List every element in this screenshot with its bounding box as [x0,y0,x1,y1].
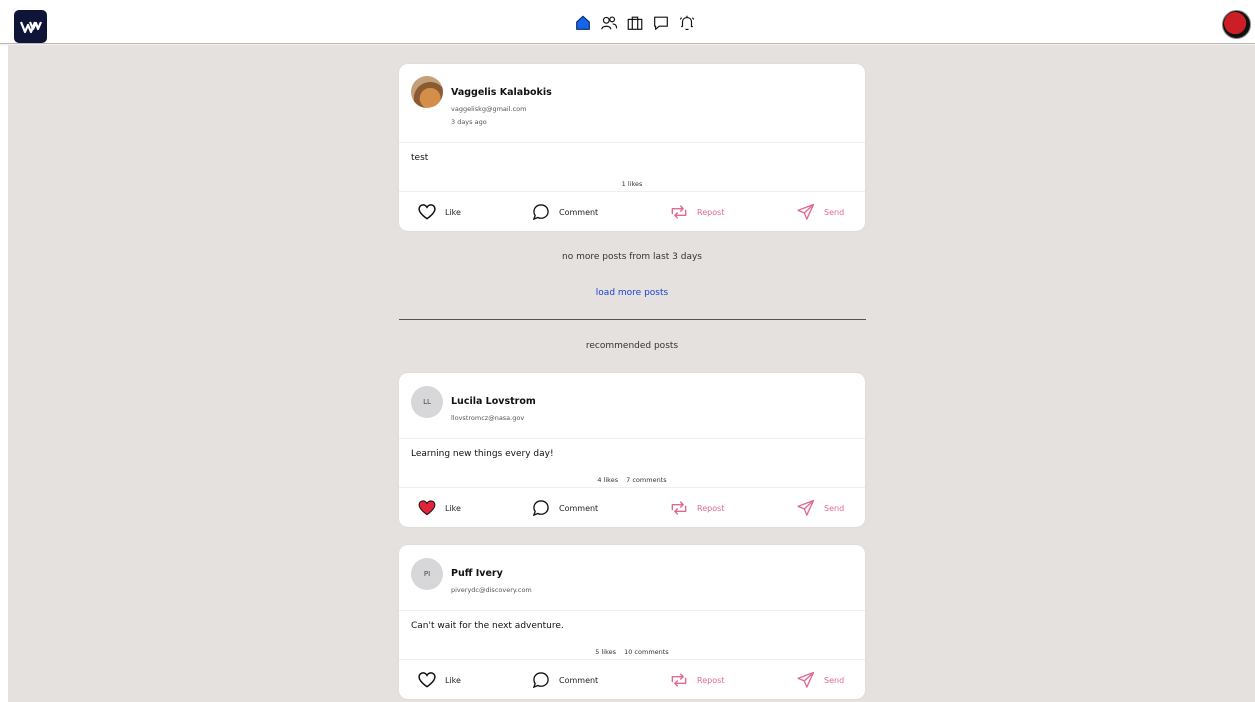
likes-count[interactable]: 1 likes [622,180,643,188]
send-button[interactable]: Send [796,670,844,690]
like-label: Like [445,675,461,685]
comment-button[interactable]: Comment [531,670,598,690]
top-nav-bar [0,0,1255,44]
no-more-posts-message: no more posts from last 3 days [562,252,702,262]
post-header: LL Lucila Lovstrom llovstromcz@nasa.gov [399,373,865,439]
post-body: test 1 likes [399,143,865,192]
post-card: Vaggelis Kalabokis vaggeliskg@gmail.com … [399,64,865,231]
like-label: Like [445,207,461,217]
post-body: Can't wait for the next adventure. 5 lik… [399,611,865,660]
app-logo[interactable] [14,10,47,43]
comments-count[interactable]: 7 comments [626,476,666,484]
author-name[interactable]: Vaggelis Kalabokis [451,87,552,98]
like-label: Like [445,503,461,513]
send-button[interactable]: Send [796,498,844,518]
load-more-link[interactable]: load more posts [399,288,865,298]
like-button[interactable]: Like [417,498,461,518]
heart-filled-icon [418,500,436,516]
repost-icon [671,205,687,219]
repost-label: Repost [697,207,725,217]
briefcase-icon[interactable] [626,14,644,32]
heart-icon [418,204,436,220]
send-label: Send [824,675,845,685]
comment-button[interactable]: Comment [531,498,598,518]
send-icon [797,499,815,516]
author-avatar[interactable]: LL [411,386,443,418]
post-stats: 5 likes 10 comments [399,648,865,656]
comment-label: Comment [559,207,599,217]
post-header: Vaggelis Kalabokis vaggeliskg@gmail.com … [399,64,865,143]
comments-count[interactable]: 10 comments [624,648,669,656]
repost-button[interactable]: Repost [669,670,724,690]
post-actions: Like Comment Repost Send [399,660,865,699]
repost-icon [671,673,687,687]
bell-icon[interactable] [678,14,696,32]
author-email: piverydc@discovery.com [451,586,532,594]
recommended-heading: recommended posts [585,341,679,351]
author-email: llovstromcz@nasa.gov [451,414,525,422]
repost-label: Repost [697,503,725,513]
comment-icon [532,672,549,689]
post-body: Learning new things every day! 4 likes 7… [399,439,865,488]
repost-icon [671,501,687,515]
people-icon[interactable] [600,14,618,32]
post-stats: 1 likes [399,180,865,188]
send-label: Send [824,207,845,217]
post-text: Learning new things every day! [411,449,554,459]
post-text: Can't wait for the next adventure. [411,621,564,631]
like-button[interactable]: Like [417,202,461,222]
main-nav [574,13,696,33]
post-timestamp: 3 days ago [451,118,487,126]
repost-button[interactable]: Repost [669,498,724,518]
send-icon [797,671,815,688]
post-header: PI Puff Ivery piverydc@discovery.com [399,545,865,611]
comment-button[interactable]: Comment [531,202,598,222]
author-avatar[interactable] [411,76,443,108]
comment-icon [532,204,549,221]
recommended-post-card: LL Lucila Lovstrom llovstromcz@nasa.gov … [399,373,865,527]
send-button[interactable]: Send [796,202,844,222]
repost-label: Repost [697,675,725,685]
feed-divider [399,319,866,320]
heart-icon [418,672,436,688]
chat-icon[interactable] [652,14,670,32]
comment-icon [532,500,549,517]
post-actions: Like Comment Repost Send [399,488,865,527]
comment-label: Comment [559,675,599,685]
logo-icon [19,21,42,33]
author-name[interactable]: Lucila Lovstrom [451,396,536,407]
send-icon [797,203,815,220]
user-avatar[interactable] [1222,10,1251,39]
post-actions: Like Comment Repost Send [399,192,865,231]
like-button[interactable]: Like [417,670,461,690]
post-text: test [411,153,429,163]
recommended-post-card: PI Puff Ivery piverydc@discovery.com Can… [399,545,865,699]
home-icon[interactable] [574,14,592,32]
post-stats: 4 likes 7 comments [399,476,865,484]
repost-button[interactable]: Repost [669,202,724,222]
author-email: vaggeliskg@gmail.com [451,105,527,113]
author-avatar[interactable]: PI [411,558,443,590]
author-name[interactable]: Puff Ivery [451,568,503,579]
likes-count[interactable]: 4 likes [597,476,618,484]
likes-count[interactable]: 5 likes [595,648,616,656]
send-label: Send [824,503,845,513]
comment-label: Comment [559,503,599,513]
